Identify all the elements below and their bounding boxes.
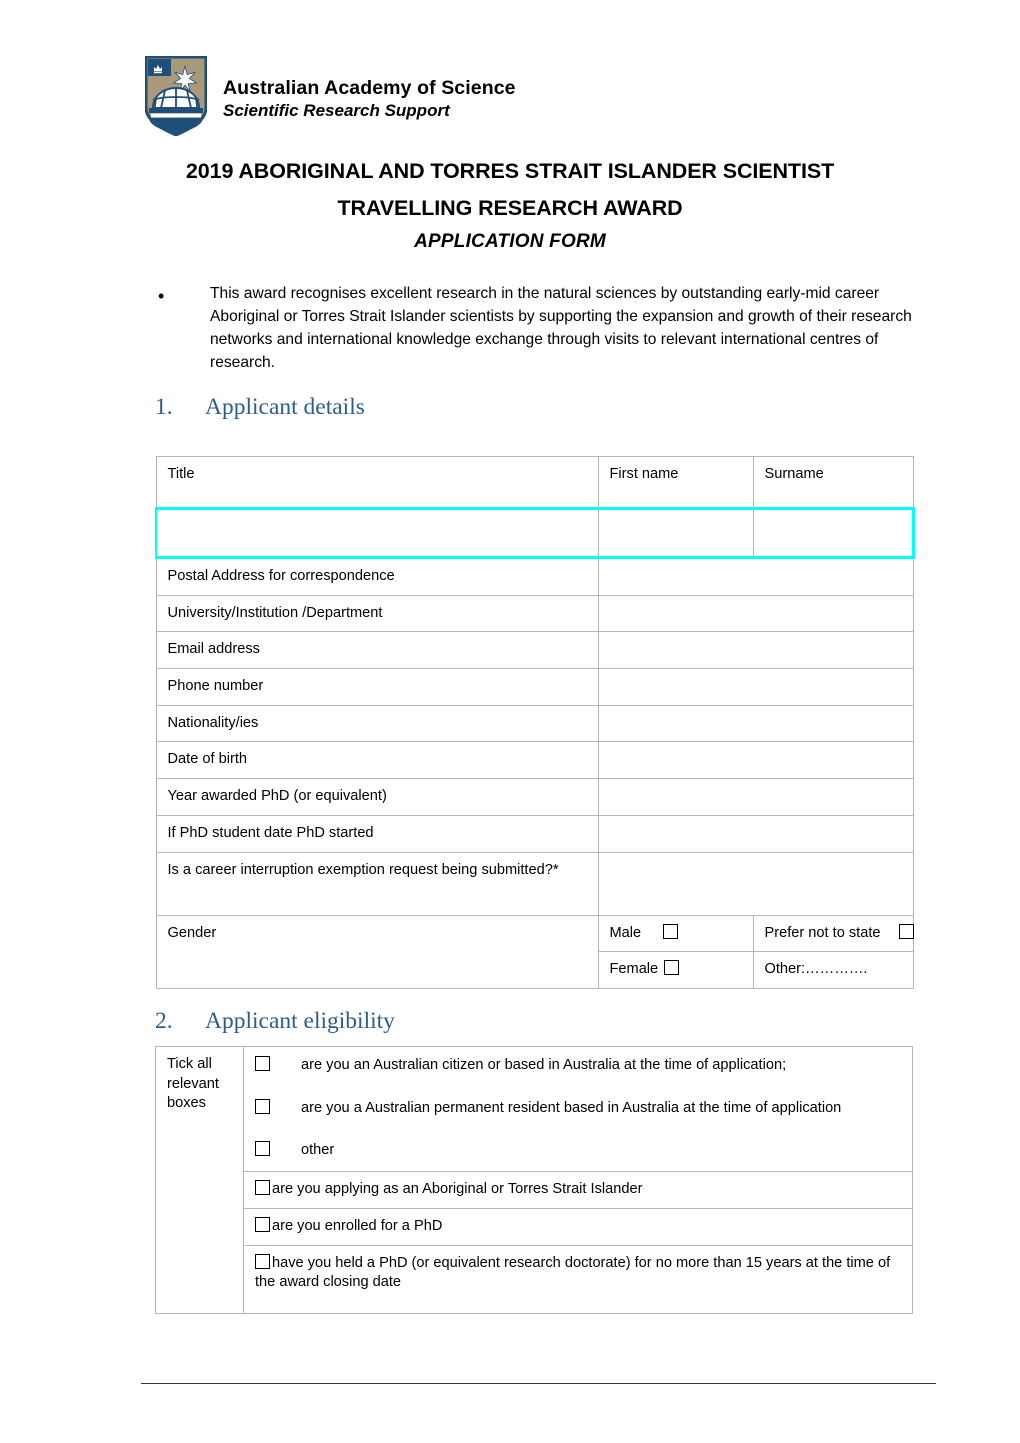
eligibility-statement-label: are you applying as an Aboriginal or Tor… — [272, 1181, 643, 1198]
checkbox-icon[interactable] — [255, 1098, 270, 1114]
list-item[interactable]: are you a Australian permanent resident … — [255, 1098, 903, 1119]
table-row: have you held a PhD (or equivalent resea… — [156, 1244, 913, 1314]
brand-text: Australian Academy of Science Scientific… — [223, 56, 516, 122]
eligibility-statement-aboriginal-torres-strait-islander[interactable]: are you applying as an Aboriginal or Tor… — [243, 1171, 913, 1209]
eligibility-statement-enrolled-phd[interactable]: are you enrolled for a PhD — [243, 1207, 913, 1246]
section-2-label: Applicant eligibility — [205, 1008, 395, 1034]
table-row-name-headers: Title First name Surname — [155, 456, 914, 509]
table-row: Date of birth — [155, 741, 914, 780]
checkbox-male[interactable] — [663, 923, 679, 939]
input-year-awarded-phd[interactable] — [597, 778, 914, 816]
gender-male-label: Male — [609, 924, 642, 941]
input-nationality[interactable] — [597, 704, 914, 743]
label-year-awarded-phd: Year awarded PhD (or equivalent) — [155, 778, 599, 816]
eligibility-statement-phd-15-years[interactable]: have you held a PhD (or equivalent resea… — [243, 1244, 913, 1314]
input-career-interruption-exemption[interactable] — [597, 851, 914, 916]
document-title-line1: 2019 ABORIGINAL AND TORRES STRAIT ISLAND… — [185, 159, 835, 183]
table-row: are you applying as an Aboriginal or Tor… — [156, 1171, 913, 1209]
label-date-of-birth: Date of birth — [155, 741, 599, 780]
label-career-interruption-exemption: Is a career interruption exemption reque… — [155, 851, 599, 916]
header-first-name: First name — [597, 456, 754, 509]
document-page: Australian Academy of Science Scientific… — [0, 0, 1020, 1443]
input-phone-number[interactable] — [597, 668, 914, 706]
label-nationality: Nationality/ies — [155, 704, 599, 743]
document-title-line2: TRAVELLING RESEARCH AWARD — [337, 195, 683, 220]
input-title[interactable] — [155, 507, 599, 559]
section-2-number: 2. — [155, 1008, 173, 1034]
organisation-unit: Scientific Research Support — [223, 101, 450, 121]
label-university-institution-department: University/Institution /Department — [155, 594, 599, 633]
gender-female-label: Female — [609, 961, 659, 978]
table-row: Is a career interruption exemption reque… — [155, 851, 914, 916]
label-postal-address: Postal Address for correspondence — [155, 557, 599, 596]
table-row: University/Institution /Department — [155, 594, 914, 633]
eligibility-item-label: other — [301, 1142, 335, 1159]
applicant-eligibility-table: Tick all relevant boxes are you an Austr… — [155, 1045, 913, 1314]
checkbox-australian-citizen[interactable] — [255, 1055, 301, 1076]
intro-text: This award recognises excellent research… — [210, 285, 912, 371]
eligibility-item-label: are you an Australian citizen or based i… — [301, 1057, 787, 1073]
table-row-name-inputs[interactable] — [155, 507, 915, 559]
table-row: If PhD student date PhD started — [155, 814, 914, 853]
gender-option-other[interactable]: Other:…………. — [752, 951, 914, 989]
input-surname[interactable] — [752, 507, 915, 559]
gender-option-female[interactable]: Female — [597, 951, 754, 989]
label-phone-number: Phone number — [155, 668, 599, 706]
gender-option-prefer-not-to-state[interactable]: Prefer not to state — [752, 914, 914, 953]
list-item[interactable]: are you an Australian citizen or based i… — [255, 1055, 903, 1076]
bullet-icon: • — [158, 286, 165, 306]
checkbox-enrolled-phd[interactable] — [255, 1216, 270, 1232]
section-heading-applicant-details: 1. Applicant details — [155, 394, 365, 420]
table-row: Nationality/ies — [155, 704, 914, 743]
table-row: Email address — [155, 631, 914, 670]
input-date-of-birth[interactable] — [597, 741, 914, 780]
eligibility-statement-label: are you enrolled for a PhD — [272, 1217, 443, 1234]
checkbox-phd-15-years[interactable] — [255, 1253, 270, 1269]
table-row: Year awarded PhD (or equivalent) — [155, 778, 914, 816]
checkbox-female[interactable] — [664, 960, 680, 976]
list-item[interactable]: other — [255, 1140, 903, 1161]
academy-crest-icon — [144, 55, 208, 137]
checkbox-icon[interactable] — [255, 1141, 270, 1157]
document-header: Australian Academy of Science Scientific… — [144, 55, 516, 137]
input-university-institution-department[interactable] — [597, 594, 914, 633]
footer-divider — [141, 1383, 936, 1384]
document-title-block: 2019 ABORIGINAL AND TORRES STRAIT ISLAND… — [110, 153, 910, 256]
applicant-details-table: Title First name Surname Postal Address … — [155, 456, 915, 989]
label-phd-start-date: If PhD student date PhD started — [155, 814, 599, 853]
label-tick-all-relevant-boxes: Tick all relevant boxes — [155, 1046, 244, 1314]
section-1-number: 1. — [155, 394, 173, 420]
input-first-name[interactable] — [597, 507, 754, 559]
intro-paragraph: • This award recognises excellent resear… — [155, 283, 915, 375]
section-1-label: Applicant details — [205, 394, 365, 420]
gender-prefer-not-label: Prefer not to state — [764, 924, 881, 941]
eligibility-item-label: are you a Australian permanent resident … — [301, 1099, 842, 1116]
organisation-name: Australian Academy of Science — [223, 77, 516, 99]
header-title: Title — [155, 456, 599, 509]
table-row: Postal Address for correspondence — [155, 557, 914, 596]
intro-bullet-row: • This award recognises excellent resear… — [155, 283, 915, 375]
input-postal-address[interactable] — [597, 557, 914, 596]
table-row: Phone number — [155, 668, 914, 706]
checkbox-aboriginal-torres-strait-islander[interactable] — [255, 1180, 270, 1196]
input-email-address[interactable] — [597, 631, 914, 670]
table-row: are you enrolled for a PhD — [156, 1207, 913, 1246]
gender-option-male[interactable]: Male — [597, 914, 754, 953]
document-subtitle: APPLICATION FORM — [414, 230, 606, 252]
checkbox-permanent-resident[interactable] — [255, 1098, 301, 1119]
gender-other-label: Other:…………. — [764, 961, 868, 978]
eligibility-statement-label: have you held a PhD (or equivalent resea… — [255, 1254, 891, 1291]
label-gender: Gender — [155, 914, 599, 989]
eligibility-checkbox-group: are you an Australian citizen or based i… — [243, 1045, 913, 1173]
checkbox-icon[interactable] — [255, 1056, 270, 1071]
section-heading-applicant-eligibility: 2. Applicant eligibility — [155, 1008, 395, 1034]
checkbox-prefer-not-to-state[interactable] — [898, 923, 914, 939]
header-surname: Surname — [752, 456, 914, 509]
label-email-address: Email address — [155, 631, 599, 670]
table-row-eligibility-checkboxes: Tick all relevant boxes are you an Austr… — [155, 1045, 913, 1314]
input-phd-start-date[interactable] — [597, 814, 914, 853]
table-row-gender-1: Gender Male Prefer not to state — [155, 914, 914, 989]
checkbox-other[interactable] — [255, 1140, 301, 1161]
